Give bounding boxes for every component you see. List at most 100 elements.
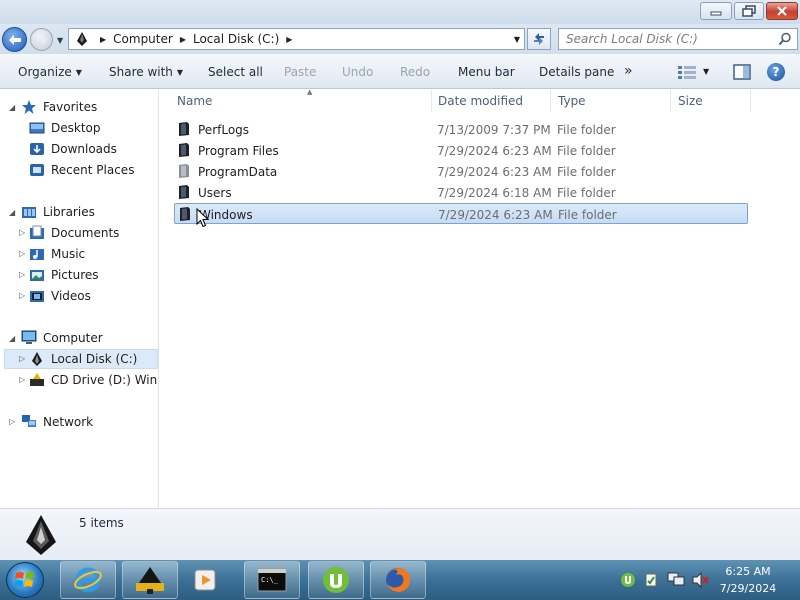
view-options-dropdown[interactable]: ▼ — [703, 67, 709, 76]
pictures-icon — [30, 270, 44, 281]
menu-bar-button[interactable]: Menu bar — [458, 65, 515, 79]
file-date-modified: 7/29/2024 6:18 AM — [437, 186, 552, 200]
computer-icon — [21, 330, 37, 344]
tree-item-label: Pictures — [51, 268, 99, 282]
file-row[interactable]: Users 7/29/2024 6:18 AM File folder — [174, 182, 748, 203]
documents-icon — [30, 225, 44, 239]
folder-icon — [179, 185, 189, 199]
file-row[interactable]: PerfLogs 7/13/2009 7:37 PM File folder — [174, 119, 748, 140]
taskbar-firefox[interactable] — [370, 561, 426, 599]
details-pane-button[interactable]: Details pane — [539, 65, 614, 79]
navigation-row: ▼ ▶ Computer ▶ Local Disk (C:) ▶ ▼ — [0, 24, 800, 54]
tree-item-label: Downloads — [51, 142, 117, 156]
clock-date[interactable]: 7/29/2024 — [715, 582, 781, 595]
taskbar-windows-explorer[interactable] — [122, 561, 178, 599]
tree-item-documents[interactable]: ▷ Documents — [19, 223, 119, 243]
tree-computer[interactable]: ◢ Computer — [9, 328, 103, 348]
tree-item-pictures[interactable]: ▷ Pictures — [19, 265, 99, 285]
column-header-date[interactable]: Date modified — [431, 90, 551, 112]
column-header-name[interactable]: Name ▲ — [170, 88, 432, 112]
file-type: File folder — [557, 123, 616, 137]
back-button[interactable] — [2, 27, 27, 52]
action-center-icon[interactable] — [643, 572, 659, 588]
tree-item-recent-places[interactable]: Recent Places — [29, 160, 134, 180]
expand-arrow-icon[interactable]: ▷ — [19, 354, 25, 363]
forward-button[interactable] — [30, 28, 53, 51]
expand-arrow-icon[interactable]: ▷ — [19, 228, 25, 237]
refresh-button[interactable] — [527, 28, 551, 50]
recent-pages-dropdown[interactable]: ▼ — [57, 36, 63, 45]
tree-item-local-disk[interactable]: ▷ Local Disk (C:) — [19, 349, 137, 369]
collapse-arrow-icon[interactable]: ◢ — [9, 208, 15, 217]
breadcrumb-computer[interactable]: Computer — [113, 32, 173, 46]
drive-icon — [32, 352, 42, 366]
column-header-label: Size — [678, 94, 703, 108]
clock-time[interactable]: 6:25 AM — [715, 565, 781, 578]
tree-item-desktop[interactable]: Desktop — [29, 118, 101, 138]
expand-arrow-icon[interactable]: ▷ — [19, 375, 25, 384]
drive-icon — [77, 32, 87, 46]
collapse-arrow-icon[interactable]: ◢ — [9, 103, 15, 112]
folder-icon — [179, 122, 189, 136]
breadcrumb-separator[interactable]: ▶ — [180, 35, 186, 44]
undo-button[interactable]: Undo — [342, 65, 373, 79]
tree-item-label: Local Disk (C:) — [51, 352, 138, 366]
breadcrumb-separator[interactable]: ▶ — [286, 35, 292, 44]
column-header-type[interactable]: Type — [551, 90, 671, 112]
file-row[interactable]: ProgramData 7/29/2024 6:23 AM File folder — [174, 161, 748, 182]
command-prompt-icon: C:\_ — [257, 568, 287, 592]
expand-arrow-icon[interactable]: ▷ — [19, 249, 25, 258]
volume-muted-icon[interactable] — [692, 572, 710, 588]
file-name: Program Files — [198, 144, 279, 158]
file-list: Name ▲ Date modified Type Size PerfLogs 7… — [160, 88, 800, 508]
taskbar-utorrent[interactable] — [308, 561, 364, 599]
address-history-dropdown[interactable]: ▼ — [514, 35, 520, 44]
expand-arrow-icon[interactable]: ▷ — [19, 270, 25, 279]
search-box[interactable] — [558, 28, 798, 50]
close-button[interactable] — [766, 2, 798, 20]
file-row[interactable]: Program Files 7/29/2024 6:23 AM File folde… — [174, 140, 748, 161]
select-all-button[interactable]: Select all — [208, 65, 263, 79]
view-options-icon[interactable] — [678, 65, 696, 79]
chevron-down-icon: ▼ — [75, 68, 82, 77]
network-tray-icon[interactable] — [667, 572, 685, 588]
search-input[interactable] — [566, 32, 766, 46]
tree-item-cd-drive[interactable]: ▷ CD Drive (D:) Windo — [19, 370, 158, 390]
folder-icon — [180, 207, 190, 221]
tree-libraries[interactable]: ◢ Libraries — [9, 202, 95, 222]
utorrent-tray-icon[interactable] — [620, 572, 636, 588]
redo-button[interactable]: Redo — [400, 65, 430, 79]
tree-item-music[interactable]: ▷ Music — [19, 244, 85, 264]
tree-item-label: CD Drive (D:) Windo — [51, 373, 158, 387]
breadcrumb-local-disk[interactable]: Local Disk (C:) — [193, 32, 279, 46]
column-header-label: Date modified — [438, 94, 524, 108]
expand-arrow-icon[interactable]: ▷ — [9, 417, 15, 426]
more-commands-button[interactable]: » — [624, 63, 633, 79]
help-icon[interactable]: ? — [767, 63, 785, 81]
tree-favorites[interactable]: ◢ Favorites — [9, 97, 97, 117]
search-icon — [778, 32, 791, 46]
start-button[interactable] — [6, 562, 44, 598]
collapse-arrow-icon[interactable]: ◢ — [9, 334, 15, 343]
column-header-size[interactable]: Size — [671, 90, 751, 112]
address-bar[interactable]: ▶ Computer ▶ Local Disk (C:) ▶ ▼ — [68, 28, 525, 50]
file-row[interactable]: Windows 7/29/2024 6:23 AM File folder — [174, 203, 748, 224]
taskbar-command-prompt[interactable]: C:\_ — [244, 561, 300, 599]
organize-button[interactable]: Organize ▼ — [18, 65, 82, 79]
paste-button[interactable]: Paste — [284, 65, 316, 79]
preview-pane-icon[interactable] — [733, 64, 751, 80]
minimize-button[interactable] — [700, 2, 732, 20]
sort-arrow-icon: ▲ — [307, 88, 313, 96]
expand-arrow-icon[interactable]: ▷ — [19, 291, 25, 300]
recent-places-icon — [30, 164, 44, 176]
taskbar-internet-explorer[interactable] — [60, 561, 116, 599]
internet-explorer-icon — [74, 567, 102, 593]
tree-item-downloads[interactable]: Downloads — [29, 139, 117, 159]
maximize-button[interactable] — [734, 2, 764, 20]
minimize-icon — [710, 11, 722, 16]
taskbar-media-player[interactable] — [184, 561, 228, 599]
tree-network[interactable]: ▷ Network — [9, 412, 93, 432]
tree-item-videos[interactable]: ▷ Videos — [19, 286, 91, 306]
share-with-button[interactable]: Share with ▼ — [109, 65, 183, 79]
breadcrumb-separator[interactable]: ▶ — [100, 35, 106, 44]
